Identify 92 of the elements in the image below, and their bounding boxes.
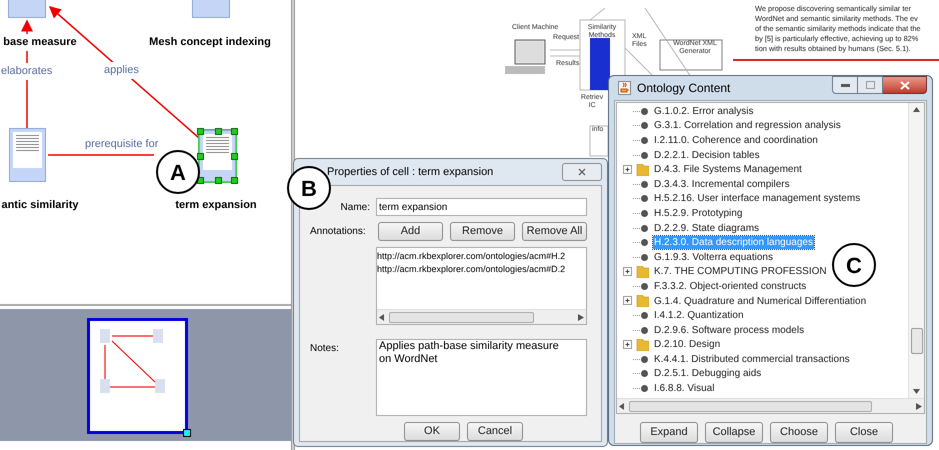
dialog-button[interactable]: Cancel	[467, 422, 523, 441]
leaf-node-icon	[633, 326, 648, 334]
tree-item[interactable]: G.1.0.2. Error analysis	[653, 104, 754, 118]
tree-item[interactable]: F.3.3.2. Object-oriented constructs	[653, 280, 808, 293]
dialog-button[interactable]: Collapse	[705, 422, 763, 443]
close-icon	[578, 168, 586, 176]
dialog-button[interactable]: Add	[378, 222, 443, 241]
leaf-node-icon	[633, 180, 648, 188]
edge-label: prerequisite for	[84, 136, 160, 152]
tree-item[interactable]: D.2.2.1. Decision tables	[653, 148, 761, 162]
close-icon	[900, 80, 910, 90]
tree-item[interactable]: K.7. THE COMPUTING PROFESSION	[653, 265, 828, 278]
leaf-node-icon	[633, 312, 648, 320]
tree-item[interactable]: K.4.4.1. Distributed commercial transactions	[653, 352, 851, 366]
annotation-item[interactable]: http://acm.rkbexplorer.com/ontologies/acm#H.2	[377, 250, 586, 263]
connector-line	[590, 8, 606, 20]
scroll-up-icon[interactable]	[913, 107, 920, 112]
leaf-node-icon	[633, 152, 648, 159]
minimize-icon	[840, 84, 850, 86]
tree-item[interactable]: I.4.1.2. Quantization	[653, 309, 745, 322]
scroll-right-icon[interactable]	[578, 314, 584, 320]
edge-label: elaborates	[0, 63, 54, 80]
dialog-button[interactable]: Expand	[640, 422, 698, 443]
horizontal-scrollbar[interactable]	[617, 398, 924, 413]
dialog-button[interactable]: Remove	[450, 222, 515, 241]
scroll-down-icon[interactable]	[913, 389, 920, 394]
leaf-node-icon	[633, 385, 648, 392]
notes-field[interactable]: Applies path-base similarity measure on WordNet	[376, 339, 587, 416]
maximize-button[interactable]	[858, 76, 883, 94]
folder-expander-icon[interactable]	[623, 266, 649, 278]
field-label: Name:	[340, 200, 371, 214]
name-field[interactable]: term expansion	[376, 198, 587, 216]
tree-item[interactable]: I.2.11.0. Coherence and coordination	[653, 134, 819, 147]
server-icon	[590, 38, 610, 90]
tree-item[interactable]: D.2.10. Design	[653, 338, 722, 352]
leaf-node-icon	[633, 239, 648, 246]
tree-item[interactable]: D.4.3. File Systems Management	[653, 163, 803, 176]
overview-viewport[interactable]	[87, 318, 188, 434]
tree-item[interactable]: G.3.1. Correlation and regression analysis	[653, 119, 842, 132]
diagram-box	[660, 40, 722, 70]
tree-item[interactable]: D.2.2.9. State diagrams	[653, 222, 760, 235]
folder-expander-icon[interactable]	[623, 338, 649, 351]
tree-item[interactable]: D.3.4.3. Incremental compilers	[653, 178, 791, 191]
field-label: Notes:	[310, 342, 340, 356]
leaf-node-icon	[633, 195, 648, 202]
tree-item[interactable]: H.5.2.16. User interface management systems	[653, 192, 862, 206]
tree-item[interactable]: I.6.8.8. Visual	[653, 382, 716, 396]
leaf-node-icon	[633, 122, 648, 130]
resize-handle[interactable]	[183, 429, 191, 437]
tree-item[interactable]: D.2.5.1. Debugging aids	[653, 367, 762, 380]
horizontal-scrollbar[interactable]	[377, 309, 586, 324]
field-label: Annotations:	[310, 225, 367, 239]
document-node[interactable]	[199, 130, 236, 182]
scroll-thumb[interactable]	[910, 328, 922, 354]
folder-expander-icon[interactable]	[623, 164, 649, 176]
minimize-button[interactable]	[832, 76, 858, 94]
scroll-right-icon[interactable]	[916, 402, 922, 410]
window-title: Ontology Content	[637, 80, 730, 97]
leaf-node-icon	[633, 356, 648, 363]
annotation-item[interactable]: http://acm.rkbexplorer.com/ontologies/acm#D.2	[377, 263, 586, 276]
leaf-node-icon	[633, 108, 648, 115]
computer-icon	[505, 40, 546, 74]
dialog-button[interactable]: OK	[404, 422, 460, 441]
concept-node[interactable]	[8, 0, 46, 18]
leaf-node-icon	[633, 210, 648, 217]
tree-item[interactable]: G.1.4. Quadrature and Numerical Differentiation	[653, 294, 868, 308]
leaf-node-icon	[633, 370, 648, 378]
dialog-button[interactable]: Close	[835, 422, 893, 443]
annotations-list[interactable]: http://acm.rkbexplorer.com/ontologies/acm#H.2 http://acm.rkbexplorer.com/ontologies/acm#D.2	[376, 247, 587, 325]
diagram-box	[580, 20, 626, 90]
diagram-box	[590, 126, 608, 156]
tree-item[interactable]: D.2.9.6. Software process models	[653, 324, 806, 337]
leaf-node-icon	[633, 254, 648, 261]
dialog-button[interactable]: Remove All	[522, 222, 587, 241]
concept-node[interactable]	[192, 0, 230, 18]
folder-expander-icon[interactable]	[623, 295, 649, 308]
vertical-scrollbar[interactable]	[908, 103, 924, 398]
close-button[interactable]	[883, 76, 927, 94]
leaf-node-icon	[633, 136, 648, 144]
leaf-node-icon	[633, 224, 648, 232]
document-node[interactable]	[9, 128, 46, 182]
edge-label: applies	[103, 62, 140, 78]
close-button[interactable]	[562, 163, 602, 181]
leaf-node-icon	[633, 282, 648, 290]
cup-icon	[618, 81, 631, 95]
tree-item[interactable]: G.1.9.3. Volterra equations	[653, 250, 774, 264]
maximize-icon	[866, 81, 874, 89]
scroll-left-icon[interactable]	[619, 402, 625, 410]
dialog-button[interactable]: Choose	[770, 422, 828, 443]
tree-item[interactable]: H.5.2.9. Prototyping	[653, 206, 744, 220]
scroll-left-icon[interactable]	[379, 314, 385, 320]
node-label: antic similarity	[0, 197, 80, 214]
